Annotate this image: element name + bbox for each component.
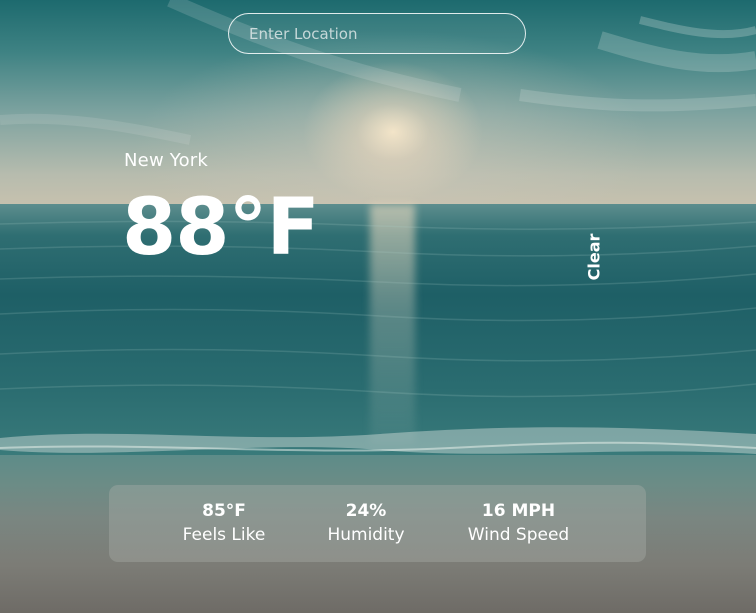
location-search-input[interactable] — [228, 13, 526, 54]
feels-like-value: 85°F — [202, 501, 246, 521]
location-name: New York — [124, 150, 209, 171]
humidity-value: 24% — [345, 501, 387, 521]
feels-like-label: Feels Like — [182, 525, 266, 545]
foam-decoration — [0, 427, 756, 454]
humidity-stat: 24% Humidity — [321, 499, 411, 548]
wind-speed-label: Wind Speed — [467, 525, 570, 545]
weather-condition: Clear — [584, 233, 604, 281]
feels-like-stat: 85°F Feels Like — [179, 499, 269, 548]
weather-stats-panel: 85°F Feels Like 24% Humidity 16 MPH Wind… — [109, 485, 646, 562]
weather-app: New York 88°F Clear 85°F Feels Like 24% … — [0, 0, 756, 613]
wind-speed-stat: 16 MPH Wind Speed — [461, 499, 576, 548]
current-temperature: 88°F — [122, 183, 320, 273]
wind-speed-value: 16 MPH — [481, 501, 556, 521]
humidity-label: Humidity — [327, 525, 405, 545]
